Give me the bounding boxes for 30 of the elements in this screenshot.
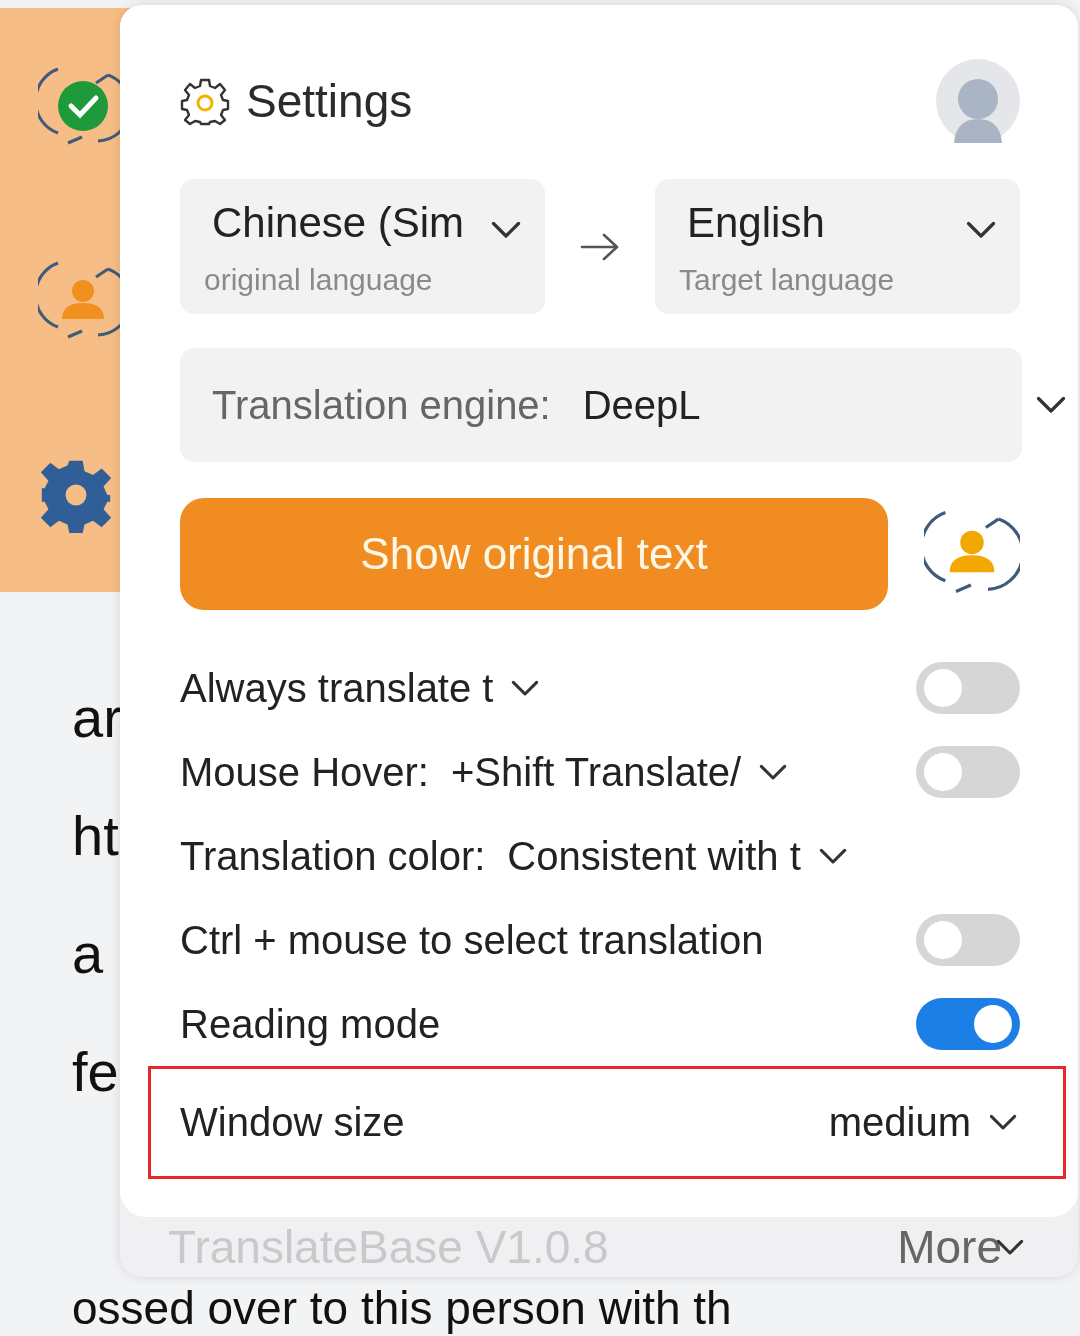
chevron-down-icon[interactable] — [989, 1114, 1017, 1131]
option-select[interactable]: Mouse Hover: +Shift Translate/ — [180, 749, 788, 795]
toggle-switch[interactable] — [916, 998, 1020, 1050]
gear-icon — [180, 76, 230, 126]
page-text: ossed over to this person with th — [72, 1281, 732, 1335]
option-label: Ctrl + mouse to select translation — [180, 917, 764, 963]
toggle-switch[interactable] — [916, 662, 1020, 714]
chevron-down-icon[interactable] — [511, 679, 540, 697]
page-text: ar — [72, 685, 122, 751]
option-select[interactable]: Always translate t — [180, 665, 540, 711]
chevron-down-icon[interactable] — [818, 847, 847, 865]
chevron-down-icon[interactable] — [966, 221, 996, 239]
option-label: Window size — [180, 1100, 405, 1145]
engine-select[interactable]: Translation engine: DeepL — [180, 348, 1022, 462]
option-label: Reading mode — [180, 1001, 441, 1047]
chevron-down-icon[interactable] — [759, 763, 788, 781]
language-select[interactable]: Chinese (Sim original language — [180, 179, 545, 314]
page-text: a — [72, 921, 104, 987]
size-select[interactable]: medium — [824, 1100, 1017, 1145]
chevron-down-icon[interactable] — [1036, 396, 1066, 414]
page-text: ht — [72, 803, 119, 869]
chevron-down-icon[interactable] — [491, 221, 521, 239]
page-text: fe — [72, 1039, 119, 1105]
arrow-right-icon — [580, 231, 620, 262]
settings-title: Settings — [246, 74, 413, 128]
language-select[interactable]: English Target language — [655, 179, 1020, 314]
more-link[interactable]: More — [897, 1220, 1024, 1274]
toggle-switch[interactable] — [916, 746, 1020, 798]
toggle-switch[interactable] — [916, 914, 1020, 966]
option-select[interactable]: Translation color: Consistent with t — [180, 833, 847, 879]
